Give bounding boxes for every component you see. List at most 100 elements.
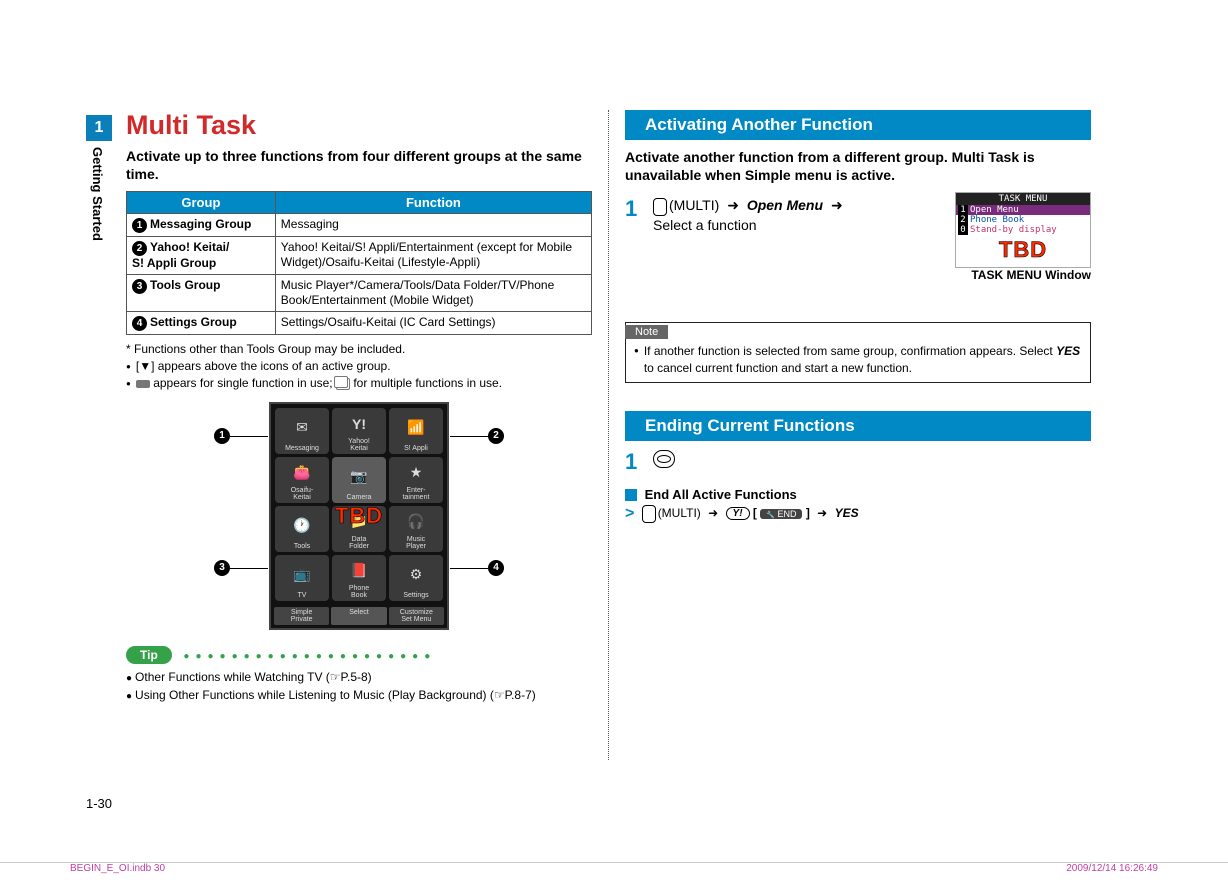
book-icon: 📕 — [350, 557, 367, 585]
note-badge: Note — [625, 325, 668, 339]
tbd-overlay: TBD — [335, 503, 383, 529]
row-func: Settings/Osaifu-Keitai (IC Card Settings… — [275, 312, 591, 335]
section-title: Multi Task — [126, 110, 592, 141]
text: appears for single function in use; — [153, 376, 336, 390]
table-row: 2Yahoo! Keitai/ S! Appli Group Yahoo! Ke… — [127, 237, 592, 275]
callout-1: 1 — [214, 428, 230, 444]
softkey-center: Select — [331, 607, 386, 625]
camera-icon: 📷 — [350, 459, 367, 494]
right-column: Activating Another Function Activate ano… — [613, 110, 1103, 760]
yes-keyword: YES — [1056, 344, 1080, 358]
callout-2: 2 — [488, 428, 504, 444]
bullet-1: [▼] appears above the icons of an active… — [126, 358, 592, 375]
step-number: 1 — [625, 196, 643, 235]
col-function: Function — [275, 192, 591, 214]
row-func: Yahoo! Keitai/S! Appli/Entertainment (ex… — [275, 237, 591, 275]
col-group: Group — [127, 192, 276, 214]
chevron-icon: > — [625, 505, 634, 522]
multi-func-icon — [336, 378, 350, 390]
text: ] appears above the icons of an active g… — [151, 359, 391, 373]
tip-item: Using Other Functions while Listening to… — [126, 686, 592, 704]
menu-sappli: 📶S! Appli — [389, 408, 443, 454]
row-num: 2 — [132, 241, 147, 256]
end-all-label: End All Active Functions — [645, 487, 797, 502]
row-group: Yahoo! Keitai/ S! Appli Group — [132, 240, 229, 270]
note-text: If another function is selected from sam… — [644, 344, 1056, 358]
tip-section: Tip ●●●●●●●●●●●●●●●●●●●●● Other Function… — [126, 646, 592, 704]
gear-icon: ⚙ — [410, 557, 423, 592]
yahoo-icon: Y! — [352, 410, 366, 438]
step-number: 1 — [625, 449, 643, 475]
menu-command: Open Menu — [747, 197, 823, 213]
row-group: Tools Group — [150, 278, 220, 292]
row-group: Messaging Group — [150, 217, 251, 231]
key-label: (MULTI) — [658, 506, 701, 520]
clock-icon: 🕐 — [293, 508, 310, 543]
end-all-sequence: > (MULTI) ➜ Y! [ 🔧 END ] ➜ YES — [625, 505, 1091, 523]
tv-icon: 📺 — [293, 557, 310, 592]
row-func: Messaging — [275, 214, 591, 237]
print-footer: BEGIN_E_OI.indb 30 2009/12/14 16:26:49 — [0, 862, 1228, 874]
callout-3: 3 — [214, 560, 230, 576]
task-window-figure: TASK MENU 1Open Menu 2Phone Book 0Stand-… — [951, 192, 1091, 282]
yes-keyword: YES — [835, 506, 859, 520]
step-1: 1 (MULTI) ➜ Open Menu ➜ Select a functio… — [625, 196, 951, 235]
menu-entertain: ★Enter- tainment — [389, 457, 443, 503]
row-num: 4 — [132, 316, 147, 331]
star-icon: ★ — [410, 459, 423, 487]
tip-dots: ●●●●●●●●●●●●●●●●●●●●● — [183, 651, 436, 662]
multi-key-icon — [642, 505, 656, 523]
single-func-icon — [136, 380, 150, 388]
footer-file: BEGIN_E_OI.indb 30 — [70, 863, 165, 874]
subsection-intro: Activate another function from a differe… — [625, 148, 1091, 184]
key-label: (MULTI) — [669, 197, 719, 213]
row-func: Music Player*/Camera/Tools/Data Folder/T… — [275, 275, 591, 312]
menu-camera: 📷Camera — [332, 457, 386, 503]
callout-4: 4 — [488, 560, 504, 576]
task-row: 0Stand-by display — [956, 225, 1090, 235]
menu-tools: 🕐Tools — [275, 506, 329, 552]
table-row: 1Messaging Group Messaging — [127, 214, 592, 237]
menu-phonebook: 📕Phone Book — [332, 555, 386, 601]
multi-key-icon — [653, 198, 667, 216]
table-footnotes: * Functions other than Tools Group may b… — [126, 341, 592, 391]
step-1-end: 1 — [625, 449, 1091, 475]
group-table: Group Function 1Messaging Group Messagin… — [126, 191, 592, 335]
subsection-activating: Activating Another Function — [625, 110, 1091, 140]
table-row: 4Settings Group Settings/Osaifu-Keitai (… — [127, 312, 592, 335]
wallet-icon: 👛 — [293, 459, 310, 487]
text: for multiple functions in use. — [353, 376, 502, 390]
headphones-icon: 🎧 — [407, 508, 424, 536]
menu-osaifu: 👛Osaifu- Keitai — [275, 457, 329, 503]
note-bullet: If another function is selected from sam… — [634, 343, 1082, 375]
tip-item: Other Functions while Watching TV (☞P.5-… — [126, 668, 592, 686]
task-row: 2Phone Book — [956, 215, 1090, 225]
task-row: 1Open Menu — [956, 205, 1090, 215]
menu-tv: 📺TV — [275, 555, 329, 601]
subsection-ending: Ending Current Functions — [625, 411, 1091, 441]
chapter-name: Getting Started — [86, 141, 105, 241]
row-group: Settings Group — [150, 315, 237, 329]
menu-settings: ⚙Settings — [389, 555, 443, 601]
menu-messaging: ✉Messaging — [275, 408, 329, 454]
footer-timestamp: 2009/12/14 16:26:49 — [1066, 863, 1158, 874]
step-instruction: Select a function — [653, 217, 757, 233]
softkey-right: CustomizeSet Menu — [389, 607, 444, 625]
note-box: Note If another function is selected fro… — [625, 322, 1091, 382]
bullet-2: appears for single function in use; for … — [126, 375, 592, 392]
end-all-row: End All Active Functions — [625, 487, 1091, 502]
text: [ — [136, 359, 139, 373]
menu-yahoo: Y!Yahoo! Keitai — [332, 408, 386, 454]
softkey-left: SimplePrivate — [274, 607, 329, 625]
section-intro: Activate up to three functions from four… — [126, 147, 592, 183]
end-key-icon — [653, 450, 675, 468]
envelope-icon: ✉ — [296, 410, 308, 445]
menu-music: 🎧Music Player — [389, 506, 443, 552]
antenna-icon: 📶 — [407, 410, 424, 445]
tip-badge: Tip — [126, 646, 172, 664]
row-num: 3 — [132, 279, 147, 294]
tbd-overlay: TBD — [956, 235, 1090, 267]
square-bullet-icon — [625, 489, 637, 501]
chapter-number: 1 — [86, 115, 112, 141]
footnote: * Functions other than Tools Group may b… — [126, 341, 592, 358]
